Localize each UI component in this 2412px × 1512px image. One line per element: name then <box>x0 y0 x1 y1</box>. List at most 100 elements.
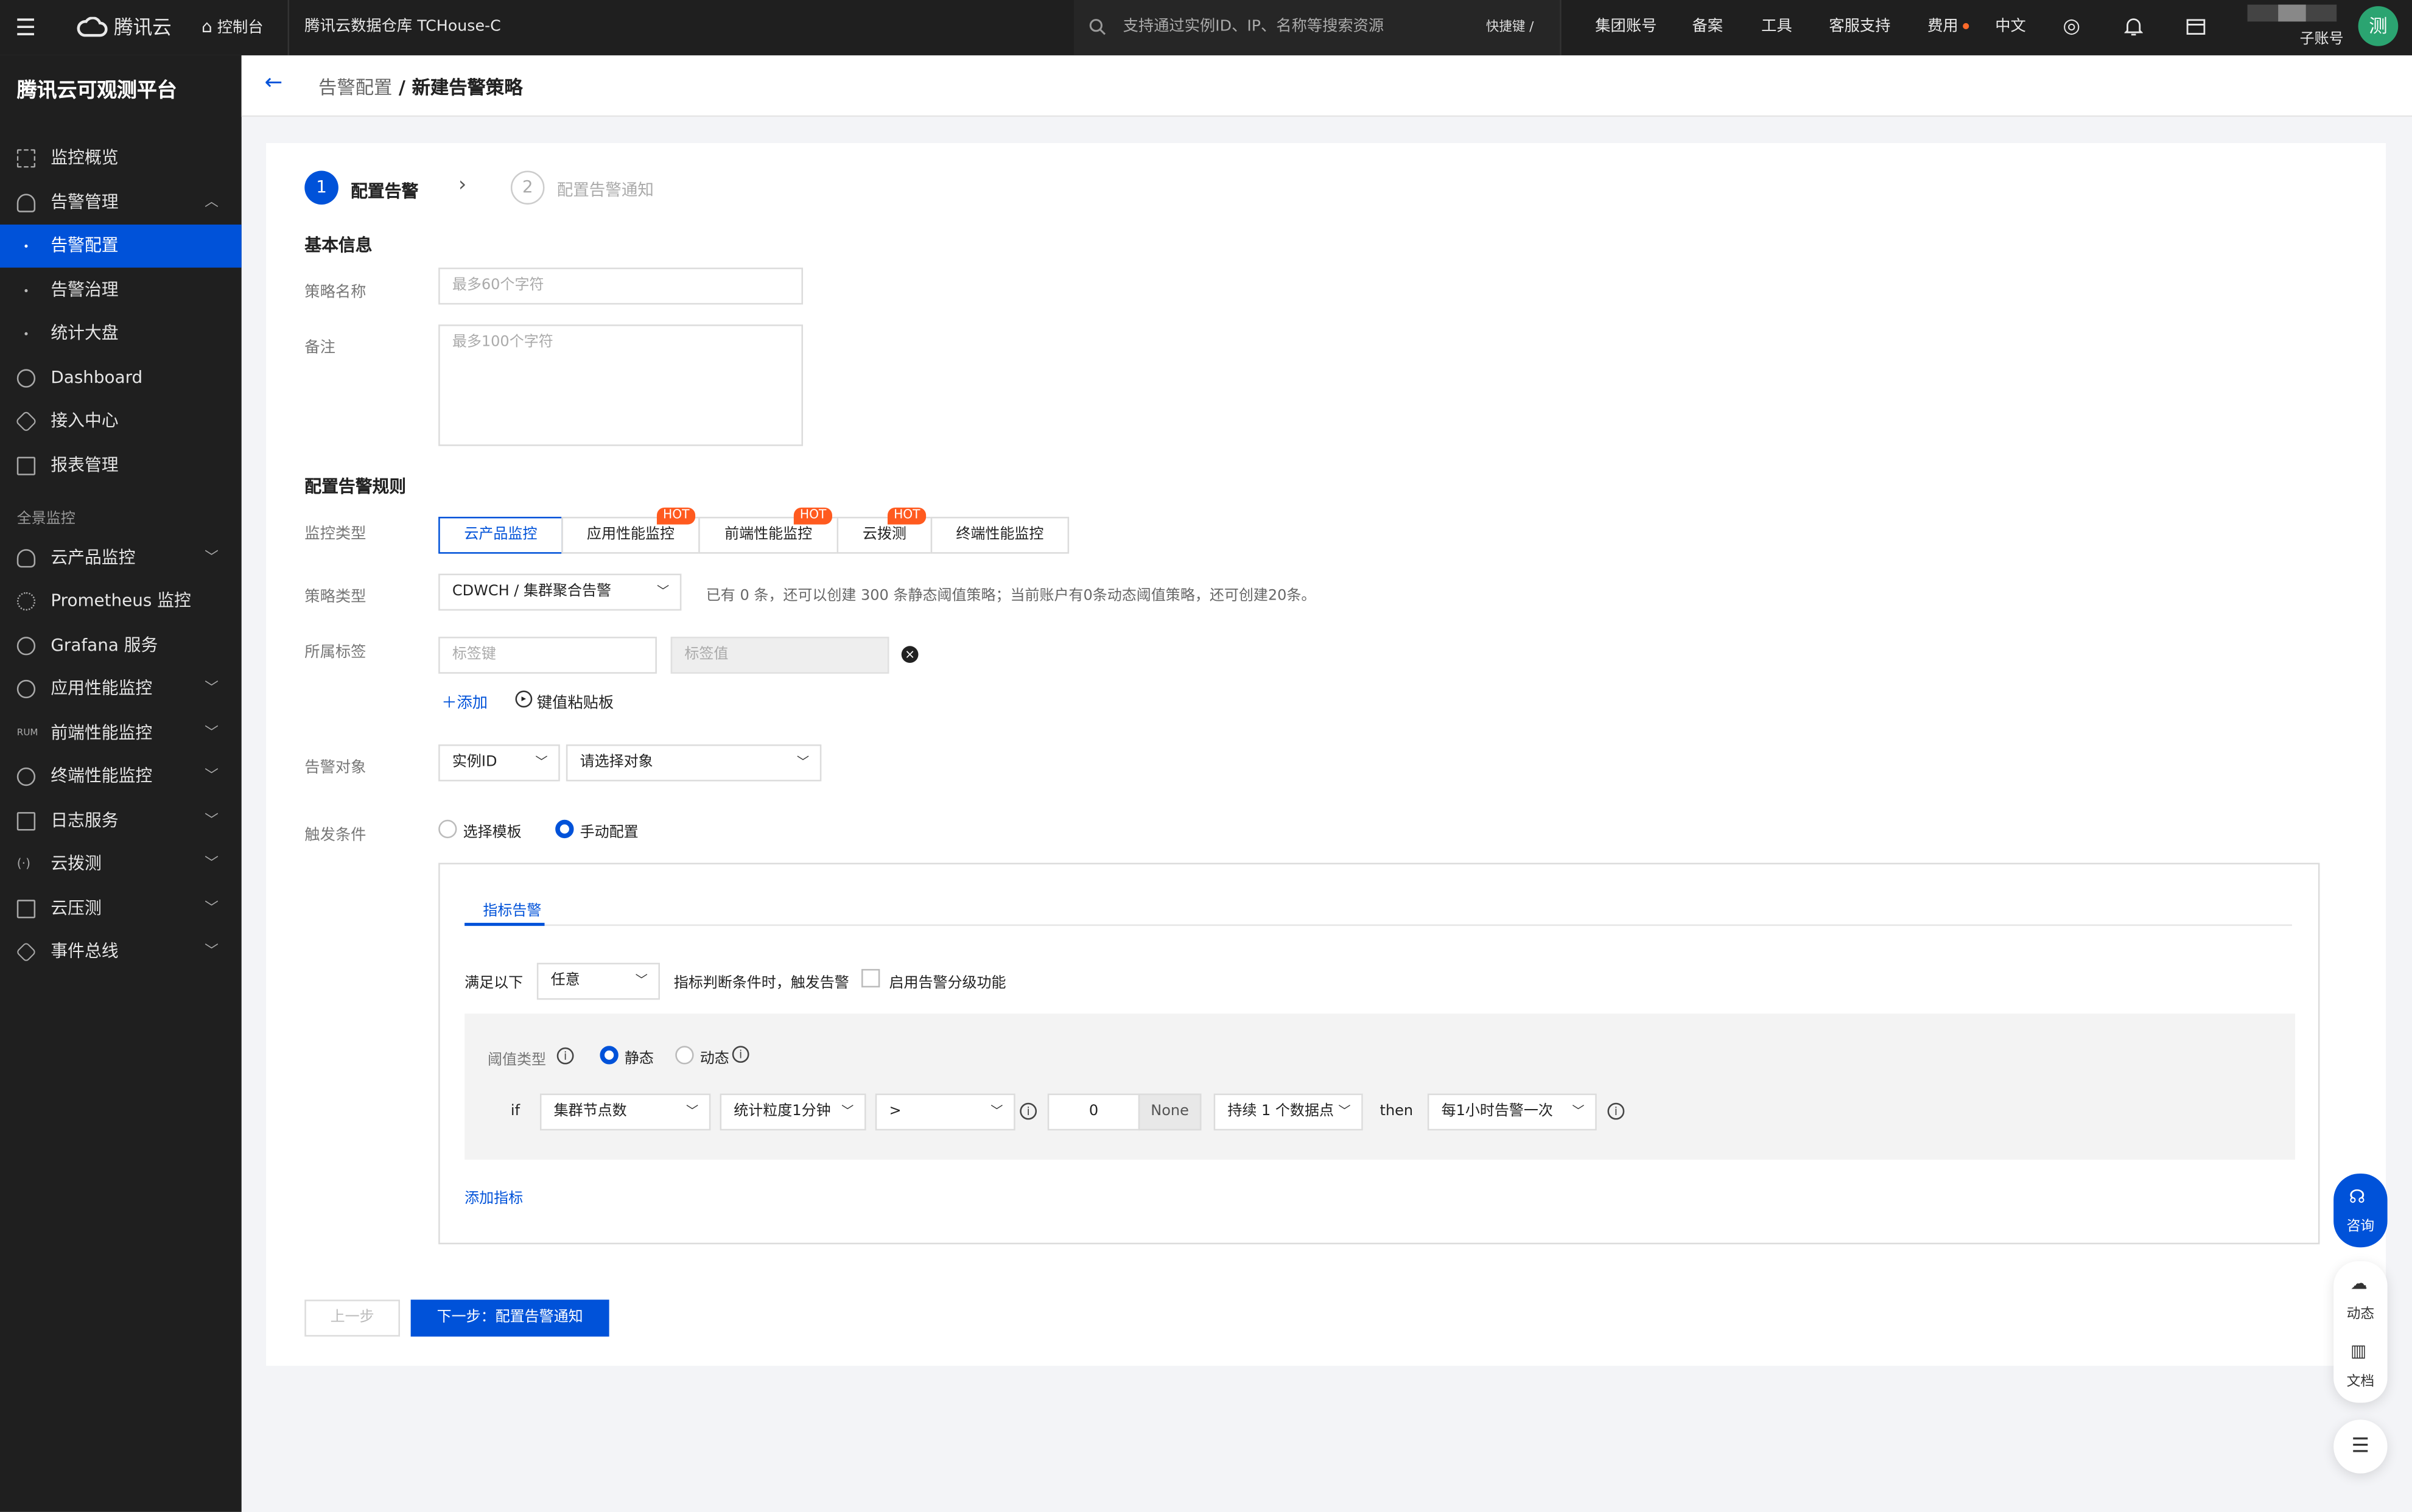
rum-icon: RUM <box>16 727 38 738</box>
info-icon[interactable]: i <box>556 1047 574 1065</box>
book-icon[interactable]: ▥ <box>2351 1341 2366 1361</box>
sidebar-item-cloud-probe[interactable]: (·) 云拨测 ﹀ <box>0 843 242 886</box>
then-label: then <box>1380 1102 1414 1120</box>
tab-cloud-product-monitor[interactable]: 云产品监控 <box>438 517 563 554</box>
sidebar-item-label: Grafana 服务 <box>51 635 158 656</box>
chevron-down-icon: ﹀ <box>205 813 219 829</box>
chevron-right-icon: › <box>458 173 467 197</box>
account-masked-inner <box>2278 4 2306 22</box>
outline-menu-icon[interactable]: ☰ <box>2333 1419 2388 1474</box>
alarm-icon <box>16 194 36 212</box>
chevron-down-icon: ﹀ <box>841 1104 854 1118</box>
static-radio[interactable] <box>600 1046 619 1065</box>
console-link[interactable]: ⌂ 控制台 <box>202 0 264 55</box>
sidebar-item-statistics[interactable]: 统计大盘 <box>0 312 242 355</box>
icp-link[interactable]: 备案 <box>1692 0 1723 55</box>
prev-step-button[interactable]: 上一步 <box>304 1300 400 1337</box>
satisfy-condition-select[interactable]: 任意 ﹀ <box>536 962 660 1000</box>
chevron-down-icon: ﹀ <box>205 856 219 872</box>
log-icon <box>16 812 36 831</box>
tab-metric-alarm[interactable]: 指标告警 <box>483 898 541 920</box>
tag-value-input[interactable]: 标签值 <box>670 637 889 674</box>
global-search[interactable]: 支持通过实例ID、IP、名称等搜索资源 快捷键 / <box>1073 0 1560 55</box>
support-link[interactable]: 客服支持 <box>1829 0 1890 55</box>
chevron-down-icon: ﹀ <box>796 755 810 769</box>
trigger-template-radio[interactable] <box>438 819 457 839</box>
breadcrumb: 告警配置 / 新建告警策略 <box>318 74 523 100</box>
unit-addon: None <box>1138 1093 1202 1131</box>
cloud-shell-icon[interactable]: ◎ <box>2063 0 2080 55</box>
sidebar-item-alarm-config[interactable]: 告警配置 <box>0 224 242 268</box>
docs-label[interactable]: 文档 <box>2333 1370 2387 1390</box>
metric-select[interactable]: 集群节点数 ﹀ <box>539 1093 711 1131</box>
sidebar-item-label: 告警治理 <box>51 279 119 300</box>
menu-icon[interactable]: ☰ <box>15 0 36 55</box>
sidebar-item-access-center[interactable]: 接入中心 <box>0 400 242 443</box>
sidebar-item-grafana[interactable]: Grafana 服务 <box>0 625 242 668</box>
trigger-manual-radio[interactable] <box>555 819 574 839</box>
threshold-value-input[interactable]: 0 <box>1047 1093 1140 1131</box>
policy-name-input[interactable]: 最多60个字符 <box>438 267 803 305</box>
sidebar-item-alarm-governance[interactable]: 告警治理 <box>0 269 242 312</box>
condition-block: 阈值类型 i 静态 动态 i if 集群节点数 ﹀ 统计粒度1分钟 ﹀ > ﹀ … <box>465 1013 2295 1160</box>
add-metric-link[interactable]: 添加指标 <box>465 1186 523 1208</box>
sidebar-item-prometheus[interactable]: Prometheus 监控 <box>0 580 242 623</box>
breadcrumb-parent[interactable]: 告警配置 <box>318 77 392 98</box>
sidebar-item-load-test[interactable]: 云压测 ﹀ <box>0 887 242 931</box>
chevron-down-icon: ﹀ <box>635 973 648 988</box>
product-name[interactable]: 腾讯云数据仓库 TCHouse-C <box>304 0 500 55</box>
tag-key-input[interactable]: 标签键 <box>438 637 657 674</box>
gear-icon <box>16 592 36 611</box>
sidebar-item-terminal-monitor[interactable]: 终端性能监控 ﹀ <box>0 755 242 799</box>
hot-badge: HOT <box>887 507 927 525</box>
granularity-select[interactable]: 统计粒度1分钟 ﹀ <box>720 1093 866 1131</box>
add-tag-button[interactable]: ＋添加 <box>441 689 488 712</box>
language-link[interactable]: 中文 <box>1995 0 2026 55</box>
group-account-link[interactable]: 集团账号 <box>1595 0 1656 55</box>
duration-select[interactable]: 持续 1 个数据点 ﹀ <box>1213 1093 1363 1131</box>
remove-tag-icon[interactable]: × <box>901 646 919 663</box>
avatar[interactable]: 测 <box>2358 6 2399 46</box>
tab-terminal-monitor[interactable]: 终端性能监控 <box>930 517 1070 554</box>
sidebar-item-dashboard[interactable]: Dashboard <box>0 357 242 400</box>
sidebar-item-log-service[interactable]: 日志服务 ﹀ <box>0 800 242 843</box>
paste-board-button[interactable]: 键值粘贴板 <box>537 689 614 712</box>
tools-link[interactable]: 工具 <box>1761 0 1792 55</box>
sidebar-item-apm[interactable]: 应用性能监控 ﹀ <box>0 668 242 711</box>
remark-textarea[interactable]: 最多100个字符 <box>438 324 803 446</box>
trigger-manual-label: 手动配置 <box>580 824 639 842</box>
page-title: 新建告警策略 <box>412 77 523 99</box>
chevron-down-icon: ﹀ <box>535 755 548 769</box>
info-icon[interactable]: i <box>1607 1102 1625 1120</box>
consult-button[interactable]: ☊ 咨询 <box>2333 1173 2388 1248</box>
target-object-select[interactable]: 请选择对象 ﹀ <box>566 744 822 782</box>
next-step-button[interactable]: 下一步：配置告警通知 <box>410 1300 609 1337</box>
sidebar-item-event-bus[interactable]: 事件总线 ﹀ <box>0 931 242 974</box>
billing-link[interactable]: 费用 <box>1927 0 1958 55</box>
sidebar-item-reports[interactable]: 报表管理 <box>0 444 242 488</box>
sidebar-item-label: 日志服务 <box>51 810 119 831</box>
back-arrow-icon[interactable]: ← <box>265 71 283 95</box>
dynamic-radio[interactable] <box>675 1046 694 1065</box>
operator-select[interactable]: > ﹀ <box>875 1093 1015 1131</box>
target-type-select[interactable]: 实例ID ﹀ <box>438 744 560 782</box>
info-icon[interactable]: i <box>732 1046 749 1063</box>
news-icon[interactable]: ☁ <box>2351 1273 2368 1293</box>
sidebar-item-overview[interactable]: 监控概览 <box>0 137 242 180</box>
sidebar-item-alarm-management[interactable]: 告警管理 ︿ <box>0 181 242 225</box>
rules-title: 配置告警规则 <box>304 477 407 497</box>
shortcut-hint: 快捷键 / <box>1485 19 1534 36</box>
step2-label: 配置告警通知 <box>556 181 654 200</box>
policy-type-select[interactable]: CDWCH / 集群聚合告警 ﹀ <box>438 573 682 611</box>
info-icon[interactable]: i <box>1020 1102 1037 1120</box>
sidebar-item-rum[interactable]: RUM 前端性能监控 ﹀ <box>0 712 242 755</box>
chevron-down-icon: ﹀ <box>205 944 219 960</box>
news-label[interactable]: 动态 <box>2333 1303 2387 1323</box>
account-type[interactable]: 子账号 <box>2300 26 2344 48</box>
hot-badge: HOT <box>656 507 696 525</box>
probe-icon: (·) <box>16 856 31 871</box>
alarm-frequency-select[interactable]: 每1小时告警一次 ﹀ <box>1427 1093 1597 1131</box>
basic-info-title: 基本信息 <box>304 235 373 256</box>
sidebar-item-cloud-product-monitor[interactable]: 云产品监控 ﹀ <box>0 537 242 580</box>
grading-checkbox[interactable] <box>861 968 880 988</box>
